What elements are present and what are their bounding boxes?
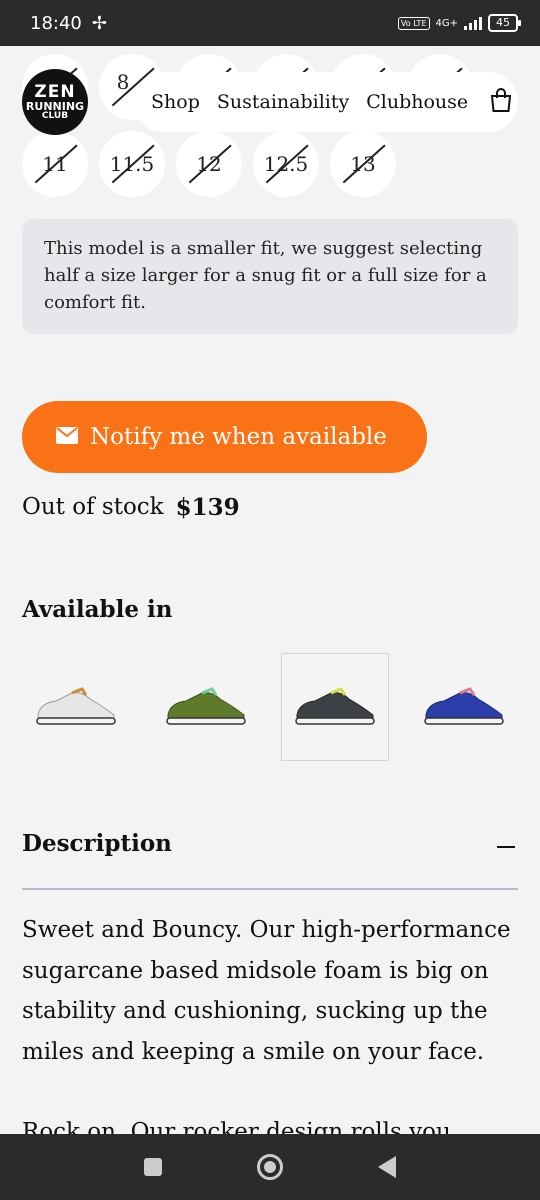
divider bbox=[22, 888, 518, 890]
status-bar: 18:40 ✢ Vo LTE 4G+ 45 bbox=[0, 0, 540, 46]
size-option-11-5: 11.5 bbox=[99, 131, 165, 197]
nav-shop[interactable]: Shop bbox=[151, 91, 200, 113]
signal-icon bbox=[464, 16, 482, 30]
shoe-image bbox=[295, 687, 375, 725]
fit-note: This model is a smaller fit, we suggest … bbox=[22, 219, 518, 334]
volte-icon: Vo LTE bbox=[397, 16, 430, 30]
notify-me-button[interactable]: Notify me when available bbox=[22, 401, 427, 473]
envelope-icon bbox=[56, 424, 78, 450]
stock-status: Out of stock bbox=[22, 494, 164, 520]
brand-logo[interactable]: ZEN RUNNING CLUB bbox=[22, 69, 88, 135]
system-nav-bar bbox=[0, 1134, 540, 1200]
notify-label: Notify me when available bbox=[90, 424, 387, 450]
description-paragraph: Rock on. Our rocker design rolls you bbox=[22, 1119, 451, 1134]
size-option-12-5: 12.5 bbox=[253, 131, 319, 197]
notification-icon: ✢ bbox=[91, 12, 107, 34]
price: $139 bbox=[175, 494, 240, 521]
variant-thumbnail-white[interactable] bbox=[22, 653, 130, 761]
size-option-13: 13 bbox=[330, 131, 396, 197]
home-button[interactable] bbox=[257, 1154, 283, 1180]
description-paragraph: Sweet and Bouncy. Our high-performance s… bbox=[22, 917, 511, 1065]
main-nav: Shop Sustainability Clubhouse bbox=[133, 72, 518, 132]
status-time: 18:40 bbox=[30, 12, 82, 34]
variant-thumbnail-charcoal[interactable] bbox=[281, 653, 389, 761]
available-in-title: Available in bbox=[22, 596, 173, 623]
stock-info: Out of stock $139 bbox=[22, 494, 240, 521]
size-option-11: 11 bbox=[22, 131, 88, 197]
shoe-image bbox=[424, 687, 504, 725]
description-title[interactable]: Description bbox=[22, 830, 172, 857]
description-text: Sweet and Bouncy. Our high-performance s… bbox=[22, 910, 522, 1134]
variant-thumbnail-olive[interactable] bbox=[152, 653, 260, 761]
shopping-bag-icon[interactable] bbox=[489, 87, 513, 118]
nav-clubhouse[interactable]: Clubhouse bbox=[366, 91, 468, 113]
shoe-image bbox=[36, 687, 116, 725]
recents-button[interactable] bbox=[144, 1158, 162, 1176]
collapse-icon[interactable] bbox=[497, 846, 515, 848]
battery-icon: 45 bbox=[488, 14, 521, 32]
nav-sustainability[interactable]: Sustainability bbox=[217, 91, 349, 113]
product-page: 8 11 11.5 12 12.5 13 ZEN RUNNING CLUB Sh… bbox=[0, 46, 540, 1134]
size-option-12: 12 bbox=[176, 131, 242, 197]
variant-thumbnail-blue[interactable] bbox=[410, 653, 518, 761]
shoe-image bbox=[166, 687, 246, 725]
network-type: 4G+ bbox=[435, 17, 459, 29]
back-button[interactable] bbox=[378, 1156, 396, 1178]
